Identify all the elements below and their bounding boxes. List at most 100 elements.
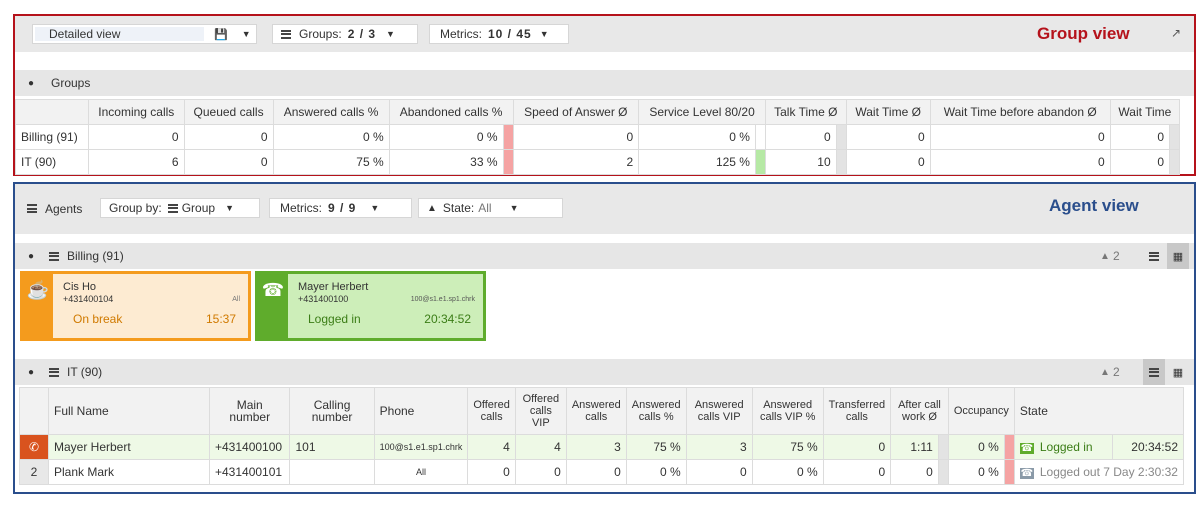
col-header[interactable]: State bbox=[1013, 387, 1185, 435]
threshold-bar bbox=[1003, 459, 1015, 485]
state-text: Logged in bbox=[1039, 440, 1093, 454]
col-header[interactable]: Speed of Answer Ø bbox=[512, 99, 640, 125]
table-row[interactable]: ✆ Mayer Herbert +431400100 101 100@s1.e1… bbox=[19, 434, 1184, 460]
answered-calls-vip-pct: 75 % bbox=[751, 434, 824, 460]
table-row[interactable]: 2 Plank Mark +431400101 All 0 0 0 0 % 0 … bbox=[19, 459, 1185, 485]
headset-icon: ☎ bbox=[1019, 468, 1034, 479]
col-header[interactable]: Talk Time Ø bbox=[764, 99, 847, 125]
col-header[interactable]: Phone bbox=[373, 387, 469, 435]
view-select-input[interactable]: Detailed view bbox=[35, 27, 204, 41]
phone: 100@s1.e1.sp1.chrk bbox=[373, 434, 469, 460]
col-header[interactable]: Queued calls bbox=[183, 99, 274, 125]
col-header[interactable]: After call work Ø bbox=[890, 387, 949, 435]
list-icon bbox=[49, 251, 59, 261]
headset-icon: ☎ bbox=[1019, 443, 1034, 454]
cell: 0 % bbox=[388, 124, 504, 150]
agent-number: +431400104 bbox=[63, 294, 114, 304]
save-icon[interactable]: 💾 bbox=[214, 28, 228, 41]
user-icon: ▲ bbox=[1100, 250, 1110, 262]
occupancy: 0 % bbox=[947, 434, 1005, 460]
col-header[interactable]: Wait Time before abandon Ø bbox=[929, 99, 1111, 125]
col-header[interactable]: Answered calls VIP % bbox=[751, 387, 824, 435]
view-select[interactable]: Detailed view 💾 ▼ bbox=[32, 24, 257, 44]
billing-label: Billing (91) bbox=[67, 249, 124, 263]
agent-card-cis-ho[interactable]: ☕ Cis Ho +431400104 All On break 15:37 bbox=[20, 271, 251, 341]
list-view-button[interactable] bbox=[1143, 359, 1165, 385]
group-by-value: Group bbox=[181, 201, 216, 215]
chevron-down-icon: ▼ bbox=[509, 203, 519, 213]
eye-icon[interactable]: ● bbox=[25, 367, 37, 378]
list-icon bbox=[281, 29, 291, 39]
cell: 0 % bbox=[272, 124, 390, 150]
threshold-bar bbox=[937, 459, 949, 485]
group-by-select[interactable]: Group by: Group ▼ bbox=[100, 198, 260, 218]
group-row-it[interactable]: IT (90) 6 0 75 % 33 % 2 125 % 10 0 0 0 bbox=[15, 149, 1180, 175]
group-by-label: Group by: bbox=[109, 201, 162, 215]
threshold-bar bbox=[754, 149, 766, 175]
cell: 0 bbox=[764, 124, 837, 150]
chevron-down-icon: ▼ bbox=[370, 203, 380, 213]
col-header[interactable]: Full Name bbox=[48, 387, 210, 435]
after-call-work: 0 bbox=[890, 459, 939, 485]
metrics-select[interactable]: Metrics: 10 / 45 ▼ bbox=[429, 24, 569, 44]
agent-card-mayer-herbert[interactable]: ☎ Mayer Herbert +431400100 100@s1.e1.sp1… bbox=[255, 271, 486, 341]
col-header[interactable]: Wait Time Ø bbox=[845, 99, 931, 125]
user-icon: ▲ bbox=[1100, 366, 1110, 378]
col-header[interactable]: Calling number bbox=[289, 387, 375, 435]
cell: 75 % bbox=[272, 149, 390, 175]
it-section-bar: ● IT (90) ▲ 2 ▦ bbox=[15, 359, 1194, 385]
chevron-down-icon[interactable]: ▼ bbox=[242, 29, 251, 39]
groups-select[interactable]: Groups: 2 / 3 ▼ bbox=[272, 24, 418, 44]
agent-state-time: 20:34:52 bbox=[424, 312, 471, 326]
state: ☎ Logged in bbox=[1013, 434, 1114, 460]
answered-calls-vip: 3 bbox=[685, 434, 753, 460]
col-header[interactable]: Incoming calls bbox=[88, 99, 185, 125]
list-view-icon bbox=[1149, 251, 1159, 261]
list-view-icon bbox=[1149, 367, 1159, 377]
col-header[interactable]: Service Level 80/20 bbox=[638, 99, 766, 125]
col-header[interactable]: Transferred calls bbox=[822, 387, 892, 435]
external-link-icon[interactable]: ↗ bbox=[1171, 26, 1181, 40]
user-icon: ▲ bbox=[427, 202, 437, 214]
col-header[interactable]: Offered calls VIP bbox=[514, 387, 567, 435]
col-header[interactable]: Occupancy bbox=[947, 387, 1015, 435]
groups-label: Groups: bbox=[299, 27, 342, 41]
col-header[interactable]: Answered calls % bbox=[272, 99, 390, 125]
chevron-down-icon: ▼ bbox=[539, 29, 549, 39]
col-header[interactable]: Answered calls % bbox=[625, 387, 687, 435]
col-header[interactable]: Abandoned calls % bbox=[388, 99, 514, 125]
col-header[interactable]: Main number bbox=[208, 387, 291, 435]
grid-view-button[interactable]: ▦ bbox=[1167, 243, 1189, 269]
eye-icon[interactable]: ● bbox=[25, 251, 37, 262]
cell: 6 bbox=[88, 149, 185, 175]
threshold-bar bbox=[1169, 149, 1180, 175]
col-header[interactable]: Wait Time bbox=[1109, 99, 1181, 125]
cell: 0 bbox=[512, 124, 640, 150]
agent-toolbar: Agents Group by: Group ▼ Metrics: 9 / 9 … bbox=[15, 184, 1194, 234]
state-filter-select[interactable]: ▲ State: All ▼ bbox=[418, 198, 563, 218]
grid-icon: ▦ bbox=[1172, 250, 1184, 263]
calling-number bbox=[289, 459, 375, 485]
state-text: Logged out 7 Day 2:30:32 bbox=[1039, 465, 1178, 479]
agent-view-title: Agent view bbox=[1049, 196, 1139, 215]
occupancy: 0 % bbox=[947, 459, 1005, 485]
after-call-work: 1:11 bbox=[890, 434, 939, 460]
group-toolbar: Detailed view 💾 ▼ Groups: 2 / 3 ▼ Metric… bbox=[15, 16, 1194, 52]
agent-state: On break bbox=[73, 312, 123, 326]
headset-icon: ☎ bbox=[258, 274, 288, 338]
list-view-button[interactable] bbox=[1143, 243, 1165, 269]
col-header[interactable]: Answered calls VIP bbox=[685, 387, 753, 435]
grid-view-button[interactable]: ▦ bbox=[1167, 359, 1189, 385]
col-header[interactable]: Offered calls bbox=[467, 387, 516, 435]
it-agents-table: Full Name Main number Calling number Pho… bbox=[19, 387, 1185, 485]
eye-icon[interactable]: ● bbox=[25, 78, 37, 89]
col-header[interactable]: Answered calls bbox=[565, 387, 627, 435]
phone-icon: ✆ bbox=[28, 440, 40, 454]
metrics-value: 10 / 45 bbox=[488, 27, 532, 41]
group-row-billing[interactable]: Billing (91) 0 0 0 % 0 % 0 0 % 0 0 0 0 bbox=[15, 124, 1180, 150]
groups-section-label: Groups bbox=[51, 76, 91, 90]
agent-metrics-select[interactable]: Metrics: 9 / 9 ▼ bbox=[269, 198, 412, 218]
agent-state-time: 15:37 bbox=[205, 312, 236, 326]
answered-calls-pct: 75 % bbox=[625, 434, 687, 460]
cell: 2 bbox=[512, 149, 640, 175]
